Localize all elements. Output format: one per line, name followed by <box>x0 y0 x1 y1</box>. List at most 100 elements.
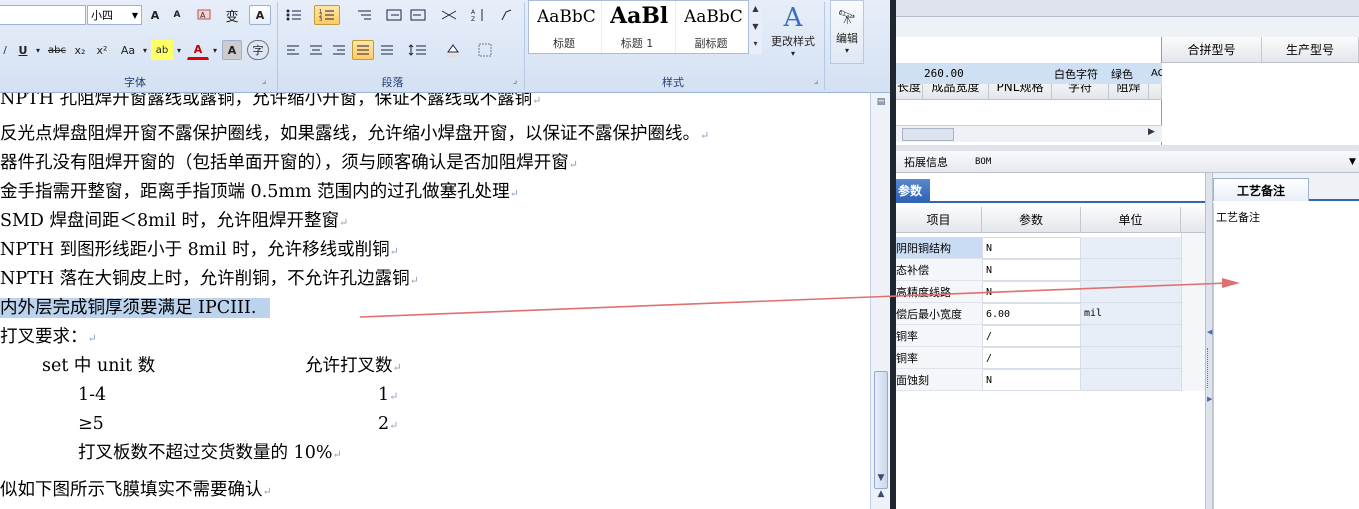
param-value[interactable]: N <box>982 281 1081 303</box>
chevron-down-icon[interactable]: ▾ <box>210 40 220 60</box>
sort-icon[interactable]: AZ <box>468 5 490 25</box>
increase-indent-icon[interactable] <box>408 5 428 25</box>
vertical-splitter[interactable]: ◀ ▶ <box>1205 173 1213 509</box>
param-value[interactable]: / <box>982 325 1081 347</box>
splitter-grip[interactable] <box>1207 348 1211 388</box>
distributed-icon[interactable] <box>377 40 397 60</box>
param-value[interactable]: N <box>982 237 1081 259</box>
more-icon[interactable]: ▾ <box>749 36 762 52</box>
param-value[interactable]: N <box>982 369 1081 391</box>
dialog-launcher-icon[interactable]: ⌟ <box>262 76 266 86</box>
chinese-layout-icon[interactable] <box>434 5 464 25</box>
chevron-down-icon[interactable]: ▾ <box>140 40 150 60</box>
notes-body[interactable]: 工艺备注 <box>1213 203 1359 509</box>
mask-cell[interactable]: 绿色 <box>1111 63 1133 84</box>
clear-format-icon[interactable]: A <box>193 5 215 25</box>
italic-button[interactable]: / <box>0 40 12 60</box>
style-heading-1[interactable]: AaBl 标题 1 <box>601 1 671 53</box>
param-unit[interactable] <box>1081 237 1181 259</box>
shrink-font-button[interactable]: A <box>167 5 187 25</box>
silk-cell[interactable]: 白色字符 <box>1054 63 1098 84</box>
document-scrollbar[interactable]: ▤ ▼ ▲ <box>870 93 890 509</box>
style-title[interactable]: AaBbC 标题 <box>529 1 599 53</box>
align-center-icon[interactable] <box>306 40 326 60</box>
chevron-down-icon[interactable]: ▼ <box>1349 154 1356 170</box>
line-spacing-icon[interactable] <box>403 40 433 60</box>
chevron-left-icon[interactable]: ◀ <box>1207 328 1212 336</box>
col-header[interactable]: 生产型号 <box>1262 37 1359 63</box>
character-border-button[interactable]: A <box>249 5 271 25</box>
chevron-down-icon[interactable]: ▾ <box>174 40 184 60</box>
param-unit[interactable] <box>1081 347 1181 369</box>
param-unit[interactable] <box>1081 259 1181 281</box>
numbering-icon[interactable]: 123 <box>314 5 340 25</box>
param-unit[interactable] <box>1081 325 1181 347</box>
param-label[interactable]: 偿后最小宽度 <box>896 303 982 325</box>
tab-bom[interactable]: BOM <box>975 154 991 170</box>
chevron-down-icon[interactable]: ▾ <box>33 40 43 60</box>
align-right-icon[interactable] <box>329 40 349 60</box>
col-header[interactable]: 合拼型号 <box>1162 37 1262 63</box>
edit-button[interactable]: 🔭︎ 编辑 ▾ <box>830 0 864 64</box>
previous-page-icon[interactable]: ▲ <box>874 489 888 499</box>
enclose-character-button[interactable]: 字 <box>247 40 269 60</box>
chevron-down-icon[interactable]: ▼ <box>874 473 888 483</box>
show-marks-icon[interactable] <box>496 5 516 25</box>
align-left-icon[interactable] <box>283 40 303 60</box>
chevron-right-icon[interactable]: ▶ <box>1148 127 1155 137</box>
param-label[interactable]: 高精度线路 <box>896 281 982 303</box>
tab-process-notes[interactable]: 工艺备注 <box>1213 178 1309 201</box>
gallery-scroll[interactable]: ▲ ▼ ▾ <box>748 0 762 54</box>
phonetic-guide-button[interactable]: 变 <box>220 5 244 25</box>
param-label[interactable]: 面蚀刻 <box>896 369 982 391</box>
quick-styles-gallery[interactable]: AaBbC 标题 AaBl 标题 1 AaBbC 副标题 <box>528 0 762 54</box>
col-header-item[interactable]: 项目 <box>896 207 982 233</box>
bullets-icon[interactable] <box>283 5 305 25</box>
highlight-button[interactable]: ab <box>151 40 173 60</box>
param-label[interactable]: 态补偿 <box>896 259 982 281</box>
grow-font-button[interactable]: A <box>145 5 165 25</box>
font-name-combo[interactable] <box>0 5 86 25</box>
style-subtitle[interactable]: AaBbC 副标题 <box>675 1 745 53</box>
decrease-indent-icon[interactable] <box>384 5 404 25</box>
chevron-right-icon[interactable]: ▶ <box>1207 395 1212 403</box>
param-label[interactable]: 铜率 <box>896 325 982 347</box>
param-unit[interactable] <box>1081 281 1181 303</box>
scroll-thumb[interactable] <box>874 371 888 489</box>
param-label[interactable]: 铜率 <box>896 347 982 369</box>
justify-icon[interactable] <box>352 40 374 60</box>
character-shading-button[interactable]: A <box>222 40 242 60</box>
horizontal-scrollbar[interactable]: ▶ <box>896 125 1162 142</box>
col-header-param[interactable]: 参数 <box>982 207 1081 233</box>
font-size-combo[interactable]: 小四 ▼ <box>87 5 142 25</box>
col-header-unit[interactable]: 单位 <box>1081 207 1181 233</box>
param-label[interactable]: 阴阳铜结构 <box>896 237 982 259</box>
underline-button[interactable]: U <box>14 40 32 60</box>
shading-icon[interactable] <box>438 40 468 60</box>
main-grid[interactable]: 长度 成品宽度 PNL规格 字符 阻焊 260.00 白色字符 绿色 AC ▶ <box>896 37 1162 145</box>
strikethrough-button[interactable]: abc <box>46 40 68 60</box>
subscript-button[interactable]: x₂ <box>71 40 89 60</box>
font-color-button[interactable]: A <box>187 40 209 60</box>
change-styles-button[interactable]: A 更改样式 ▾ <box>766 0 820 60</box>
chevron-down-icon[interactable]: ▼ <box>749 18 762 36</box>
document-page[interactable]: NPTH 孔阻焊开窗露线或露铜，允许缩小开窗，保证不露线或不露铜↵ 反光点焊盘阻… <box>0 93 870 509</box>
params-tab[interactable]: 参数 <box>896 179 930 201</box>
chevron-up-icon[interactable]: ▲ <box>749 0 762 18</box>
extra-cell[interactable]: AC <box>1151 63 1162 84</box>
scroll-thumb[interactable] <box>902 128 954 141</box>
param-value[interactable]: / <box>982 347 1081 369</box>
params-scroll-area[interactable] <box>1181 233 1205 391</box>
param-value[interactable]: 6.00 <box>982 303 1081 325</box>
dialog-launcher-icon[interactable]: ⌟ <box>513 76 517 86</box>
side-grid[interactable]: 合拼型号 生产型号 <box>1162 37 1359 145</box>
width-cell[interactable]: 260.00 <box>924 63 964 84</box>
param-unit[interactable] <box>1081 369 1181 391</box>
param-unit[interactable]: mil <box>1081 303 1181 325</box>
borders-icon[interactable] <box>472 40 498 60</box>
superscript-button[interactable]: x² <box>93 40 111 60</box>
change-case-button[interactable]: Aa <box>117 40 139 60</box>
ruler-toggle-icon[interactable]: ▤ <box>874 97 888 107</box>
dialog-launcher-icon[interactable]: ⌟ <box>814 76 818 86</box>
param-value[interactable]: N <box>982 259 1081 281</box>
